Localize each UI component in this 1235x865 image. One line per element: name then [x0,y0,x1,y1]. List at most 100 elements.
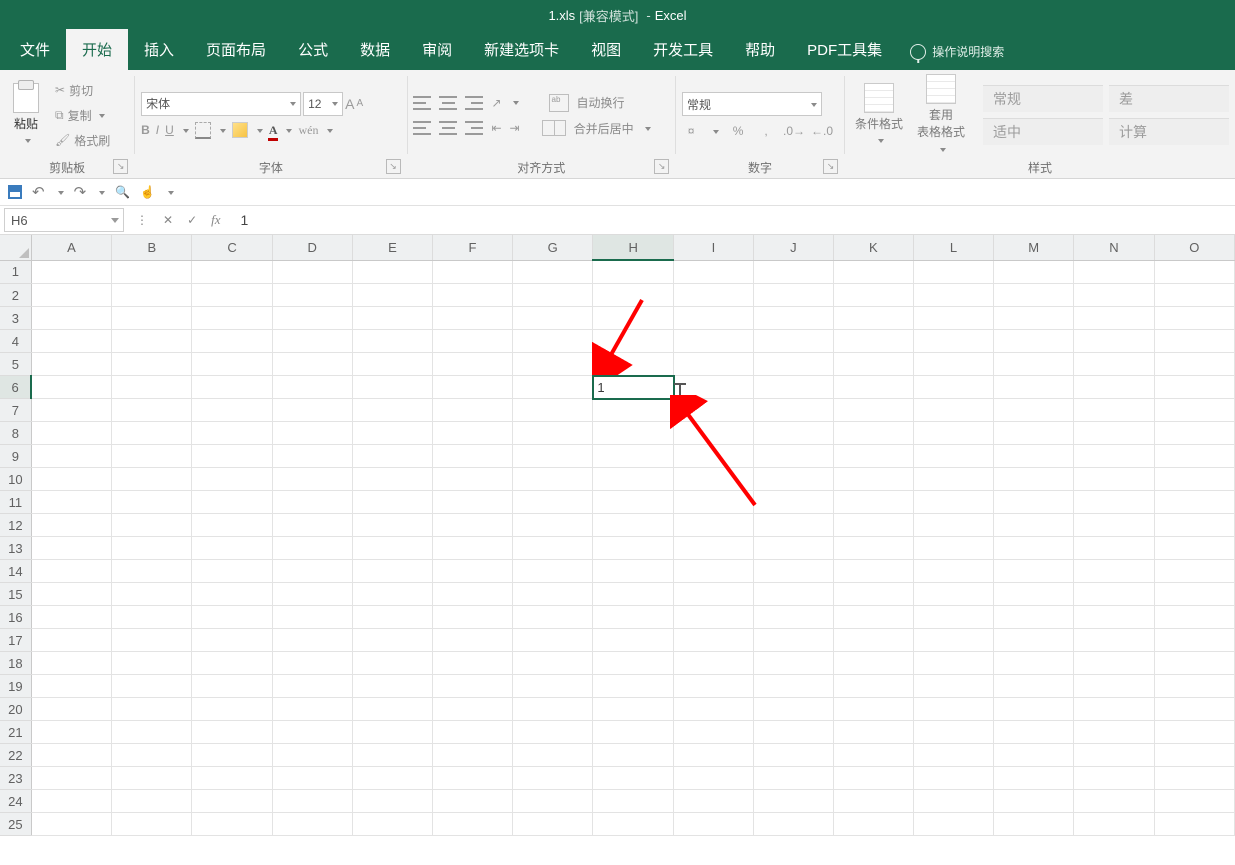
cell-G25[interactable] [513,813,593,836]
cell-J12[interactable] [753,514,833,537]
cell-M16[interactable] [993,606,1073,629]
cell-I25[interactable] [674,813,754,836]
cell-B10[interactable] [112,468,192,491]
cell-L8[interactable] [913,422,993,445]
cell-H2[interactable] [593,284,674,307]
cell-C19[interactable] [192,675,272,698]
cell-G1[interactable] [513,260,593,284]
cell-C14[interactable] [192,560,272,583]
col-header-I[interactable]: I [674,235,754,260]
row-header-20[interactable]: 20 [0,698,31,721]
cell-C13[interactable] [192,537,272,560]
align-center-button[interactable] [439,121,457,135]
cell-I10[interactable] [674,468,754,491]
cell-M25[interactable] [993,813,1073,836]
row-header-9[interactable]: 9 [0,445,31,468]
cell-G2[interactable] [513,284,593,307]
cell-N13[interactable] [1074,537,1154,560]
row-header-5[interactable]: 5 [0,353,31,376]
cell-O12[interactable] [1154,514,1234,537]
cell-M18[interactable] [993,652,1073,675]
cell-K6[interactable] [833,376,913,399]
merge-dropdown[interactable] [642,121,651,135]
cell-M10[interactable] [993,468,1073,491]
cell-O17[interactable] [1154,629,1234,652]
cell-K8[interactable] [833,422,913,445]
cell-H12[interactable] [593,514,674,537]
cell-B6[interactable] [112,376,192,399]
cell-E10[interactable] [352,468,432,491]
cell-G7[interactable] [513,399,593,422]
tab-review[interactable]: 审阅 [406,29,468,70]
cell-K7[interactable] [833,399,913,422]
cell-G5[interactable] [513,353,593,376]
cell-M3[interactable] [993,307,1073,330]
cell-J10[interactable] [753,468,833,491]
name-box[interactable]: H6 [4,208,124,232]
cell-M20[interactable] [993,698,1073,721]
cell-K15[interactable] [833,583,913,606]
decrease-indent-button[interactable]: ⇤ [491,121,501,135]
cell-E19[interactable] [352,675,432,698]
cell-J18[interactable] [753,652,833,675]
cell-H14[interactable] [593,560,674,583]
cell-A17[interactable] [31,629,112,652]
cell-E18[interactable] [352,652,432,675]
cell-E20[interactable] [352,698,432,721]
cell-G14[interactable] [513,560,593,583]
row-header-16[interactable]: 16 [0,606,31,629]
col-header-L[interactable]: L [913,235,993,260]
cell-M21[interactable] [993,721,1073,744]
borders-button[interactable] [195,122,211,139]
cell-K4[interactable] [833,330,913,353]
cell-D22[interactable] [272,744,352,767]
cell-O11[interactable] [1154,491,1234,514]
orientation-button[interactable]: ↗ [491,96,501,110]
cell-G24[interactable] [513,790,593,813]
cell-N7[interactable] [1074,399,1154,422]
cell-E15[interactable] [352,583,432,606]
cell-I15[interactable] [674,583,754,606]
orientation-dropdown[interactable] [510,96,519,110]
cell-H19[interactable] [593,675,674,698]
cell-D7[interactable] [272,399,352,422]
redo-button[interactable]: ↷ [74,183,87,201]
cell-F5[interactable] [433,353,513,376]
cell-M2[interactable] [993,284,1073,307]
row-header-24[interactable]: 24 [0,790,31,813]
cell-I18[interactable] [674,652,754,675]
cell-N6[interactable] [1074,376,1154,399]
increase-indent-button[interactable]: ⇥ [510,121,520,135]
cell-styles-gallery[interactable]: 常规 差 适中 计算 [983,85,1229,145]
row-header-4[interactable]: 4 [0,330,31,353]
cell-H3[interactable] [593,307,674,330]
cell-D2[interactable] [272,284,352,307]
cell-A16[interactable] [31,606,112,629]
cell-K1[interactable] [833,260,913,284]
cell-A2[interactable] [31,284,112,307]
cell-E25[interactable] [352,813,432,836]
cell-E13[interactable] [352,537,432,560]
cell-K25[interactable] [833,813,913,836]
cell-F15[interactable] [433,583,513,606]
col-header-J[interactable]: J [753,235,833,260]
cell-E14[interactable] [352,560,432,583]
row-header-6[interactable]: 6 [0,376,31,399]
cell-L24[interactable] [913,790,993,813]
col-header-A[interactable]: A [31,235,112,260]
cell-D16[interactable] [272,606,352,629]
cell-I21[interactable] [674,721,754,744]
underline-button[interactable]: U [165,123,174,137]
cell-K16[interactable] [833,606,913,629]
cell-L7[interactable] [913,399,993,422]
cell-N18[interactable] [1074,652,1154,675]
cell-E17[interactable] [352,629,432,652]
cell-O25[interactable] [1154,813,1234,836]
cell-L10[interactable] [913,468,993,491]
cell-M8[interactable] [993,422,1073,445]
cell-I2[interactable] [674,284,754,307]
cell-N14[interactable] [1074,560,1154,583]
cell-H7[interactable] [593,399,674,422]
cell-B5[interactable] [112,353,192,376]
cell-N1[interactable] [1074,260,1154,284]
